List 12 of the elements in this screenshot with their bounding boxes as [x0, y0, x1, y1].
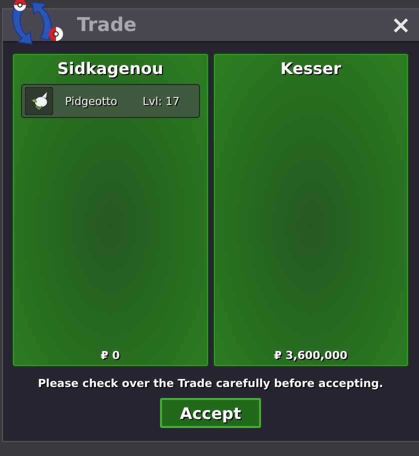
window-title: Trade: [77, 14, 138, 36]
money-amount: ₽ 0: [100, 349, 120, 362]
pokemon-level: Lvl: 17: [142, 94, 180, 108]
accept-button[interactable]: Accept: [160, 398, 261, 428]
pokemon-name: Pidgeotto: [65, 94, 118, 108]
pokemon-row[interactable]: Pidgeotto Lvl: 17: [21, 84, 200, 118]
notice-text: Please check over the Trade carefully before accepting.: [38, 377, 384, 390]
money-amount: ₽ 3,600,000: [274, 349, 348, 362]
trader-name: Sidkagenou: [57, 59, 164, 78]
trader-name: Kesser: [280, 59, 342, 78]
close-button[interactable]: ×: [388, 13, 413, 37]
bird-icon: [25, 87, 53, 115]
